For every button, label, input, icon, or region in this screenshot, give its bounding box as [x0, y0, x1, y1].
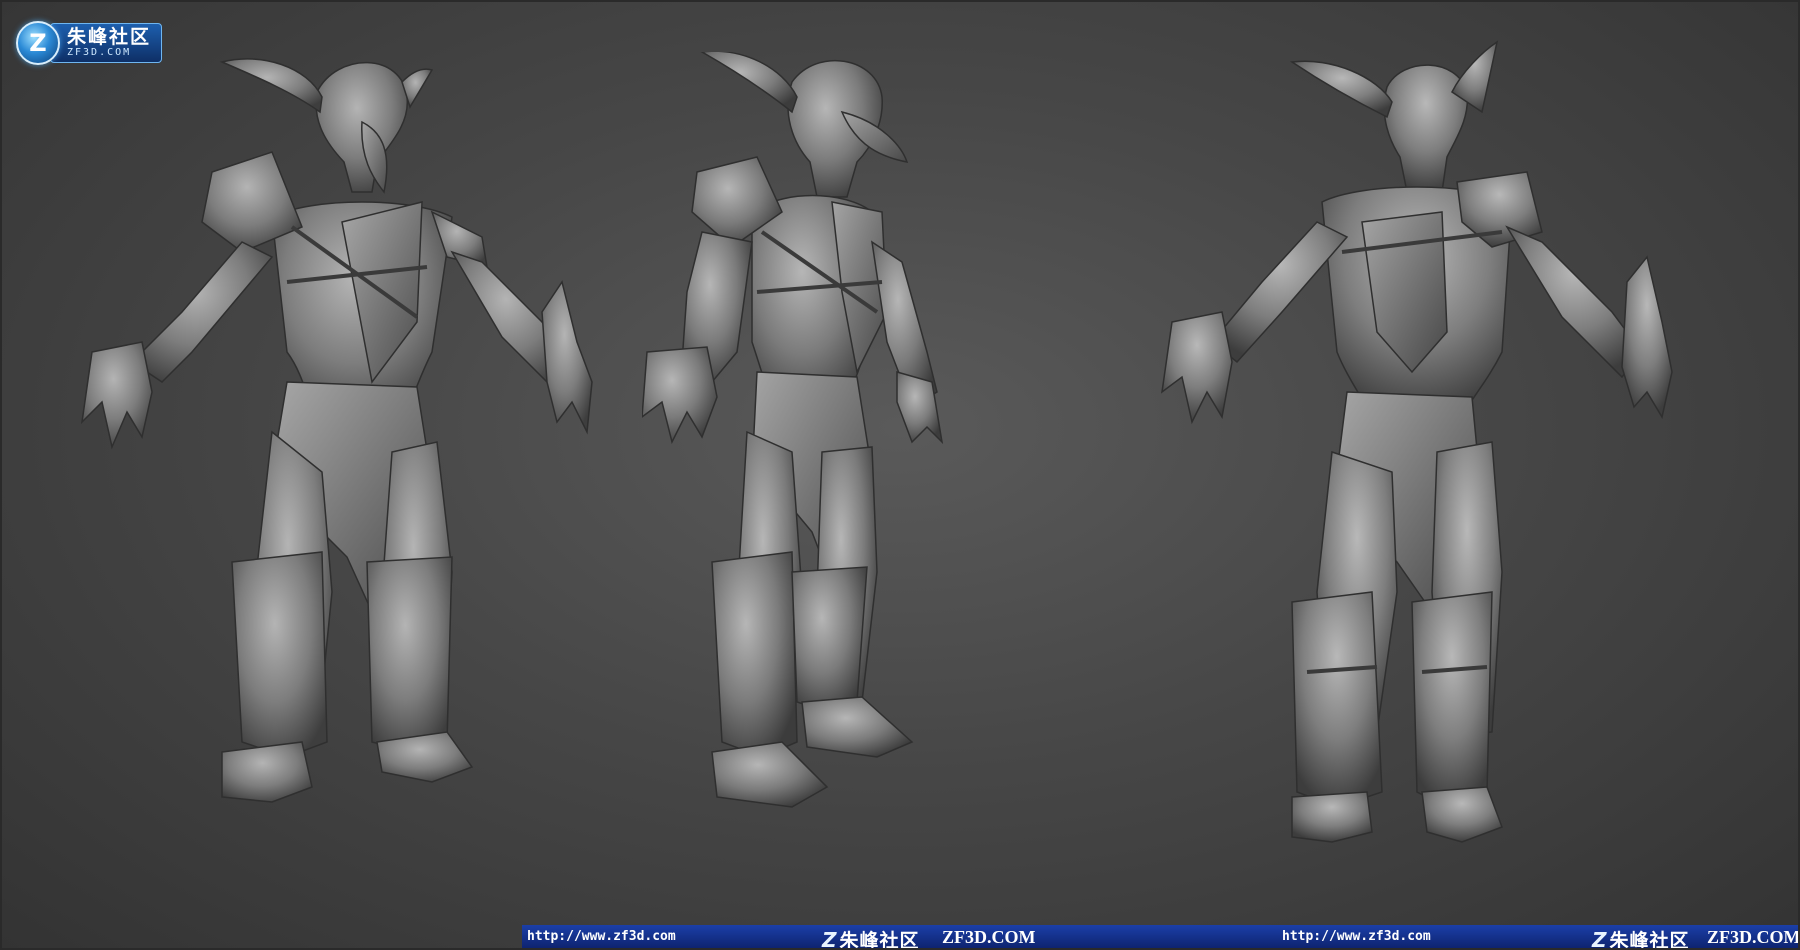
foot-left — [1291, 791, 1373, 843]
boot-right — [1411, 591, 1493, 808]
watermark-brand-right: Z 朱峰社区 — [1592, 926, 1690, 950]
foot-right — [1421, 786, 1503, 843]
watermark-url-left: http://www.zf3d.com — [527, 929, 676, 944]
hand-left — [642, 346, 718, 445]
watermark-url-right: http://www.zf3d.com — [1282, 929, 1431, 944]
watermark-brand-right-text: 朱峰社区 — [1609, 930, 1690, 950]
arm-left — [1210, 221, 1349, 364]
back-view-figure — [1142, 32, 1742, 912]
boot-right — [791, 566, 868, 713]
foot-right — [801, 696, 914, 758]
ear-left — [219, 58, 323, 114]
logo-cn-text: 朱峰社区 — [67, 26, 152, 48]
z-badge-icon: Z — [16, 21, 60, 65]
watermark-brand-left: Z 朱峰社区 — [822, 926, 920, 950]
z-glyph-icon: Z — [822, 927, 838, 950]
z-glyph-icon: Z — [1592, 927, 1608, 950]
boot-left — [231, 551, 328, 758]
ear-left — [700, 52, 798, 114]
hand-right — [1621, 255, 1673, 419]
ear-left — [1289, 60, 1393, 119]
watermark-brand-left-text: 朱峰社区 — [839, 930, 920, 950]
arm-left — [130, 241, 274, 383]
render-canvas: Z 朱峰社区 ZF3D.COM http://www.zf3d.com Z 朱峰… — [0, 0, 1800, 950]
foot-left — [711, 741, 829, 808]
foot-right — [376, 731, 474, 783]
boot-left — [1291, 591, 1383, 808]
watermark-bar: http://www.zf3d.com Z 朱峰社区 ZF3D.COM http… — [522, 925, 1800, 950]
boot-left — [711, 551, 798, 758]
watermark-domain-right: ZF3D.COM — [1707, 927, 1800, 947]
front-view-figure — [72, 52, 692, 912]
mask-head — [1383, 64, 1469, 193]
hand-right — [541, 280, 593, 435]
hand-left — [80, 341, 153, 450]
boot-right — [366, 556, 453, 753]
arm-right — [1505, 225, 1643, 379]
hand-left — [1161, 311, 1233, 425]
three-quarter-view-figure — [642, 52, 1122, 912]
watermark-domain-left: ZF3D.COM — [942, 927, 1036, 947]
foot-left — [221, 741, 313, 803]
